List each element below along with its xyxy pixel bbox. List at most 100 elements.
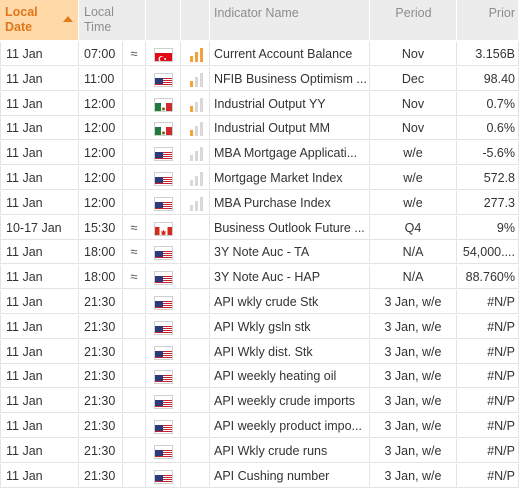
cell-recurring	[123, 190, 146, 215]
cell-date: 11 Jan	[0, 42, 79, 66]
cell-prior: 54,000....	[457, 240, 519, 265]
importance-bar	[190, 130, 193, 137]
cell-time: 15:30	[79, 215, 123, 240]
column-header-country[interactable]	[146, 0, 181, 40]
cell-recurring	[123, 414, 146, 438]
table-row[interactable]: 11 Jan 07:00 ≈ Current Account Balance Nov 3.…	[0, 42, 519, 66]
cell-recurring	[123, 364, 146, 389]
cell-indicator-name[interactable]: API Cushing number	[210, 463, 370, 488]
cell-importance	[181, 265, 210, 290]
cell-country	[146, 389, 181, 414]
importance-bar	[200, 196, 203, 211]
us-flag-icon	[154, 320, 173, 335]
table-row[interactable]: 11 Jan 12:00 MBA Purchase Index w/e 277.3	[0, 190, 519, 215]
table-row[interactable]: 11 Jan 21:30 API weekly heating oil 3 Jan, …	[0, 364, 519, 389]
cell-time: 12:00	[79, 190, 123, 215]
table-row[interactable]: 11 Jan 12:00 Industrial Output YY Nov 0.7%	[0, 91, 519, 116]
cell-date: 10-17 Jan	[0, 215, 79, 240]
cell-time: 12:00	[79, 166, 123, 190]
importance-bars-icon	[190, 96, 206, 112]
cell-country	[146, 463, 181, 488]
cell-indicator-name[interactable]: API weekly heating oil	[210, 364, 370, 389]
importance-bar	[200, 172, 203, 186]
cell-time: 21:30	[79, 414, 123, 438]
cell-indicator-name[interactable]: API weekly product impo...	[210, 414, 370, 438]
column-header-period[interactable]: Period	[370, 0, 457, 40]
table-row[interactable]: 11 Jan 21:30 API Cushing number 3 Jan, w/e #…	[0, 463, 519, 488]
table-row[interactable]: 11 Jan 21:30 API weekly crude imports 3 Jan…	[0, 389, 519, 414]
table-row[interactable]: 11 Jan 21:30 API Wkly crude runs 3 Jan, w/e…	[0, 438, 519, 463]
cell-indicator-name[interactable]: Industrial Output YY	[210, 91, 370, 116]
cell-importance	[181, 389, 210, 414]
header-prior-label: Prior	[488, 6, 515, 20]
cell-country	[146, 66, 181, 91]
cell-time: 12:00	[79, 91, 123, 116]
cell-period: 3 Jan, w/e	[370, 463, 457, 488]
importance-bars-icon	[190, 120, 206, 137]
table-row[interactable]: 11 Jan 18:00 ≈3Y Note Auc - TA N/A 54,000...…	[0, 240, 519, 265]
column-header-prior[interactable]: Prior	[457, 0, 519, 40]
table-row[interactable]: 11 Jan 12:00 MBA Mortgage Applicati... w/e -…	[0, 141, 519, 166]
cell-date: 11 Jan	[0, 463, 79, 488]
cell-country	[146, 339, 181, 364]
cell-indicator-name[interactable]: Current Account Balance	[210, 42, 370, 66]
cell-period: w/e	[370, 190, 457, 215]
cell-recurring	[123, 389, 146, 414]
cell-indicator-name[interactable]: MBA Mortgage Applicati...	[210, 141, 370, 166]
cell-indicator-name[interactable]: Mortgage Market Index	[210, 166, 370, 190]
canada-flag-icon	[154, 221, 173, 236]
cell-prior: 277.3	[457, 190, 519, 215]
cell-importance	[181, 314, 210, 339]
cell-indicator-name[interactable]: Business Outlook Future ...	[210, 215, 370, 240]
cell-recurring	[123, 290, 146, 314]
recurring-approx-icon: ≈	[130, 46, 138, 61]
cell-indicator-name[interactable]: 3Y Note Auc - TA	[210, 240, 370, 265]
importance-bar	[195, 52, 198, 62]
column-header-local-date[interactable]: Local Date	[0, 0, 79, 40]
importance-bar	[200, 122, 203, 137]
mexico-flag-icon	[154, 97, 173, 112]
cell-indicator-name[interactable]: 3Y Note Auc - HAP	[210, 265, 370, 290]
cell-indicator-name[interactable]: NFIB Business Optimism ...	[210, 66, 370, 91]
table-row[interactable]: 11 Jan 18:00 ≈3Y Note Auc - HAP N/A 88.760%	[0, 265, 519, 290]
cell-prior: 3.156B	[457, 42, 519, 66]
table-row[interactable]: 11 Jan 12:00 Mortgage Market Index w/e 572.8	[0, 166, 519, 190]
column-header-importance[interactable]	[181, 0, 210, 40]
importance-bar	[190, 204, 193, 211]
cell-indicator-name[interactable]: API Wkly dist. Stk	[210, 339, 370, 364]
table-row[interactable]: 11 Jan 12:00 Industrial Output MM Nov 0.6%	[0, 116, 519, 141]
cell-date: 11 Jan	[0, 364, 79, 389]
cell-country	[146, 314, 181, 339]
column-header-local-time[interactable]: Local Time	[79, 0, 146, 40]
cell-indicator-name[interactable]: API Wkly crude runs	[210, 438, 370, 463]
cell-prior: 88.760%	[457, 265, 519, 290]
cell-period: 3 Jan, w/e	[370, 364, 457, 389]
sort-ascending-icon[interactable]	[63, 16, 73, 22]
importance-bar	[200, 147, 203, 162]
table-row[interactable]: 11 Jan 21:30 API Wkly gsln stk 3 Jan, w/e #N…	[0, 314, 519, 339]
importance-bar	[195, 151, 198, 162]
cell-recurring: ≈	[123, 215, 146, 240]
cell-importance	[181, 91, 210, 116]
cell-prior: 0.7%	[457, 91, 519, 116]
cell-indicator-name[interactable]: MBA Purchase Index	[210, 190, 370, 215]
table-row[interactable]: 11 Jan 21:30 API Wkly dist. Stk 3 Jan, w/e #…	[0, 339, 519, 364]
cell-indicator-name[interactable]: API weekly crude imports	[210, 389, 370, 414]
cell-indicator-name[interactable]: API wkly crude Stk	[210, 290, 370, 314]
column-header-indicator-name[interactable]: Indicator Name	[210, 0, 370, 40]
cell-time: 21:30	[79, 364, 123, 389]
us-flag-icon	[154, 420, 173, 434]
cell-prior: 0.6%	[457, 116, 519, 141]
table-row[interactable]: 11 Jan 21:30 API wkly crude Stk 3 Jan, w/e #…	[0, 290, 519, 314]
header-local-date-line1: Local	[5, 5, 38, 19]
cell-indicator-name[interactable]: Industrial Output MM	[210, 116, 370, 141]
table-row[interactable]: 11 Jan 21:30 API weekly product impo... 3 J…	[0, 414, 519, 438]
importance-bar	[190, 180, 193, 186]
table-header: Local Date Local Time Indicator Name Per…	[0, 0, 519, 40]
table-row[interactable]: 11 Jan 11:00 NFIB Business Optimism ... Dec…	[0, 66, 519, 91]
cell-time: 21:30	[79, 314, 123, 339]
cell-indicator-name[interactable]: API Wkly gsln stk	[210, 314, 370, 339]
cell-country	[146, 414, 181, 438]
table-row[interactable]: 10-17 Jan 15:30 ≈ Business Outlook Future .…	[0, 215, 519, 240]
us-flag-icon	[154, 196, 173, 211]
